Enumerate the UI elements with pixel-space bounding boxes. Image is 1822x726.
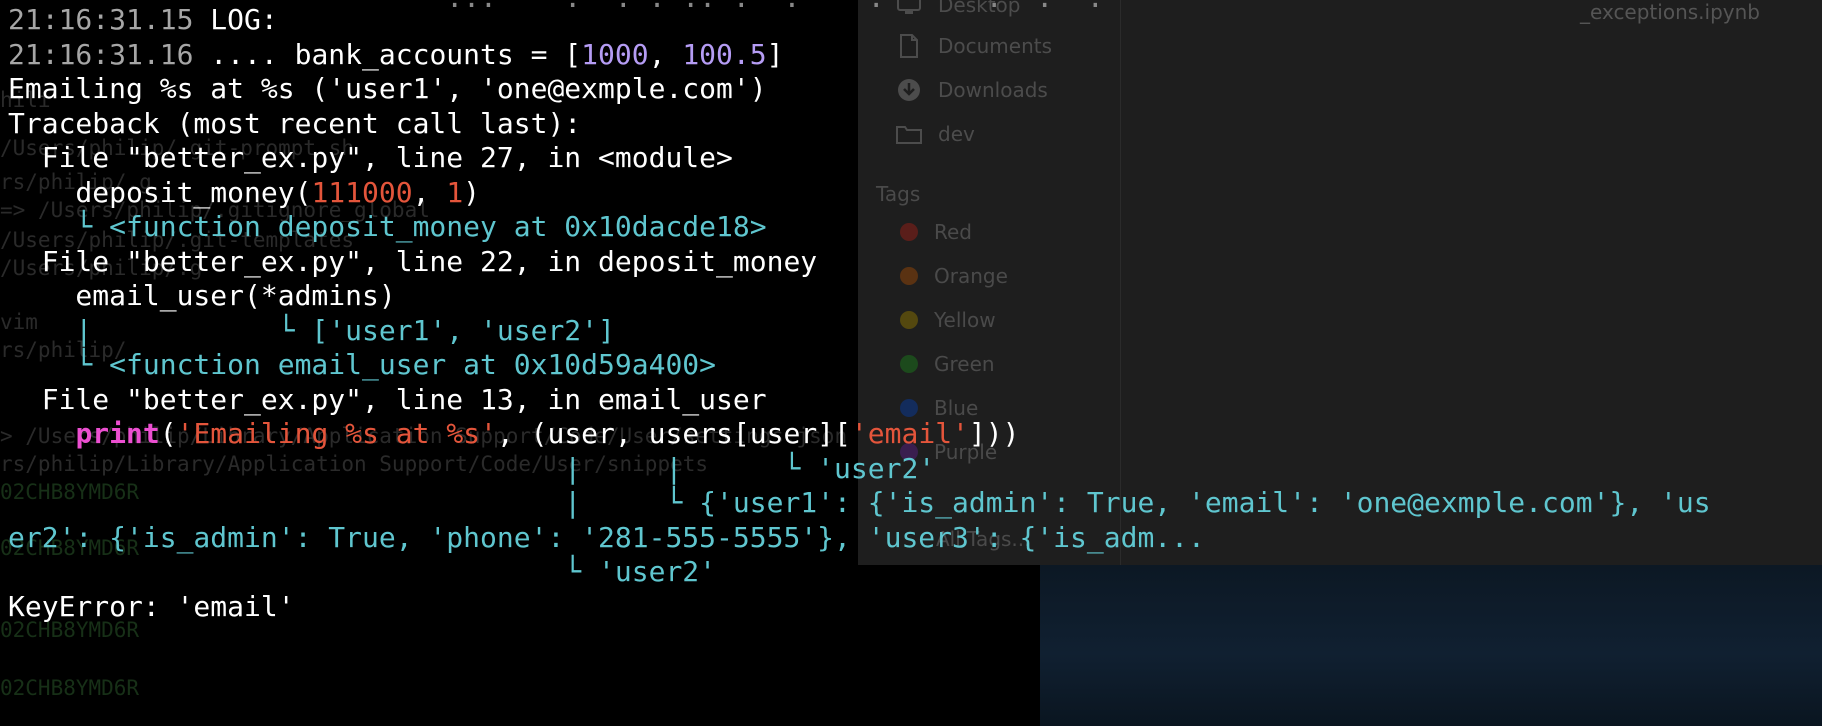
terminal-text-segment: KeyError: 'email' xyxy=(8,589,295,623)
terminal-text-segment: 21:16:31.15 xyxy=(8,3,194,36)
terminal-output[interactable]: ... . . . .. . . . . . . 21:16:31.15 LOG… xyxy=(0,0,1822,726)
terminal-text-segment: 'email' xyxy=(850,417,969,450)
terminal-text-segment: ) xyxy=(463,175,481,209)
terminal-text-segment: Traceback (most recent call last): xyxy=(8,106,582,140)
terminal-text-segment: 1 xyxy=(446,175,464,209)
desktop-screen: Desktop Documents Downloads dev Tags Red… xyxy=(0,0,1822,726)
terminal-text-segment: File "better_ex.py", line 22, in deposit… xyxy=(8,244,818,278)
terminal-text-segment: ] xyxy=(766,37,784,71)
terminal-text-segment: LOG: xyxy=(193,3,278,36)
terminal-text-segment: , (user, users[user][ xyxy=(496,417,851,450)
terminal-text-segment: └ <function deposit_money at 0x10dacde18… xyxy=(8,210,767,243)
terminal-text-segment: 111000 xyxy=(311,175,413,209)
terminal-text-segment: | └ {'user1': {'is_admin': True, 'email'… xyxy=(8,486,1711,519)
terminal-text-segment: Emailing %s at %s ('user1', 'one@exmple.… xyxy=(8,72,767,105)
terminal-text-segment: 'Emailing %s at %s' xyxy=(176,417,497,450)
terminal-text-segment: email_user(*admins) xyxy=(8,279,396,312)
terminal-text-segment: File "better_ex.py", line 13, in email_u… xyxy=(8,382,767,416)
terminal-text-segment: 21:16:31.16 xyxy=(8,37,194,71)
terminal-text-segment: ])) xyxy=(968,417,1020,450)
terminal-text-segment: └ 'user2' xyxy=(8,555,717,588)
terminal-text-segment: 1000 xyxy=(581,37,649,71)
terminal-text-segment: | | └ 'user2' xyxy=(8,451,936,485)
terminal-text-segment: , xyxy=(648,37,683,71)
terminal-text-segment: print xyxy=(75,417,160,450)
terminal-line: KeyError: 'email' xyxy=(8,587,295,627)
terminal-text-segment: ( xyxy=(159,417,177,450)
terminal-text-segment: .... bank_accounts = [ xyxy=(193,37,582,71)
terminal-text-segment: └ <function email_user at 0x10d59a400> xyxy=(8,348,717,381)
terminal-text-segment: File "better_ex.py", line 27, in <module… xyxy=(8,141,733,174)
terminal-text-segment: er2': {'is_admin': True, 'phone': '281-5… xyxy=(8,520,1205,554)
terminal-text-segment: , xyxy=(412,175,447,209)
terminal-text-segment: deposit_money( xyxy=(8,175,312,209)
terminal-text-segment: | └ ['user1', 'user2'] xyxy=(8,313,615,347)
terminal-text-segment: 100.5 xyxy=(682,37,767,71)
